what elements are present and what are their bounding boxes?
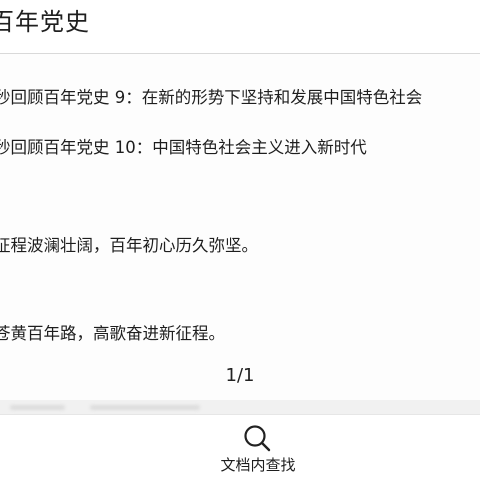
bottom-toolbar: 文档内查找 xyxy=(0,414,480,480)
document-line: 秒回顾百年党史 10：中国特色社会主义进入新时代 xyxy=(0,138,367,157)
blurred-shape xyxy=(10,405,65,410)
document-line: 征程波澜壮阔，百年初心历久弥坚。 xyxy=(0,236,258,255)
header-bar: 百年党史 xyxy=(0,0,480,54)
document-content[interactable]: 秒回顾百年党史 9：在新的形势下坚持和发展中国特色社会 秒回顾百年党史 10：中… xyxy=(0,54,480,400)
search-icon xyxy=(244,425,271,452)
find-in-document-label: 文档内查找 xyxy=(220,456,296,474)
document-line: 秒回顾百年党史 9：在新的形势下坚持和发展中国特色社会 xyxy=(0,88,423,107)
document-line: 苍黄百年路，高歌奋进新征程。 xyxy=(0,324,225,343)
page-indicator: 1/1 xyxy=(225,365,255,386)
blurred-shape xyxy=(90,405,200,410)
blurred-background-strip xyxy=(0,400,480,414)
find-in-document-button[interactable]: 文档内查找 xyxy=(208,417,308,479)
page-title: 百年党史 xyxy=(0,8,90,36)
